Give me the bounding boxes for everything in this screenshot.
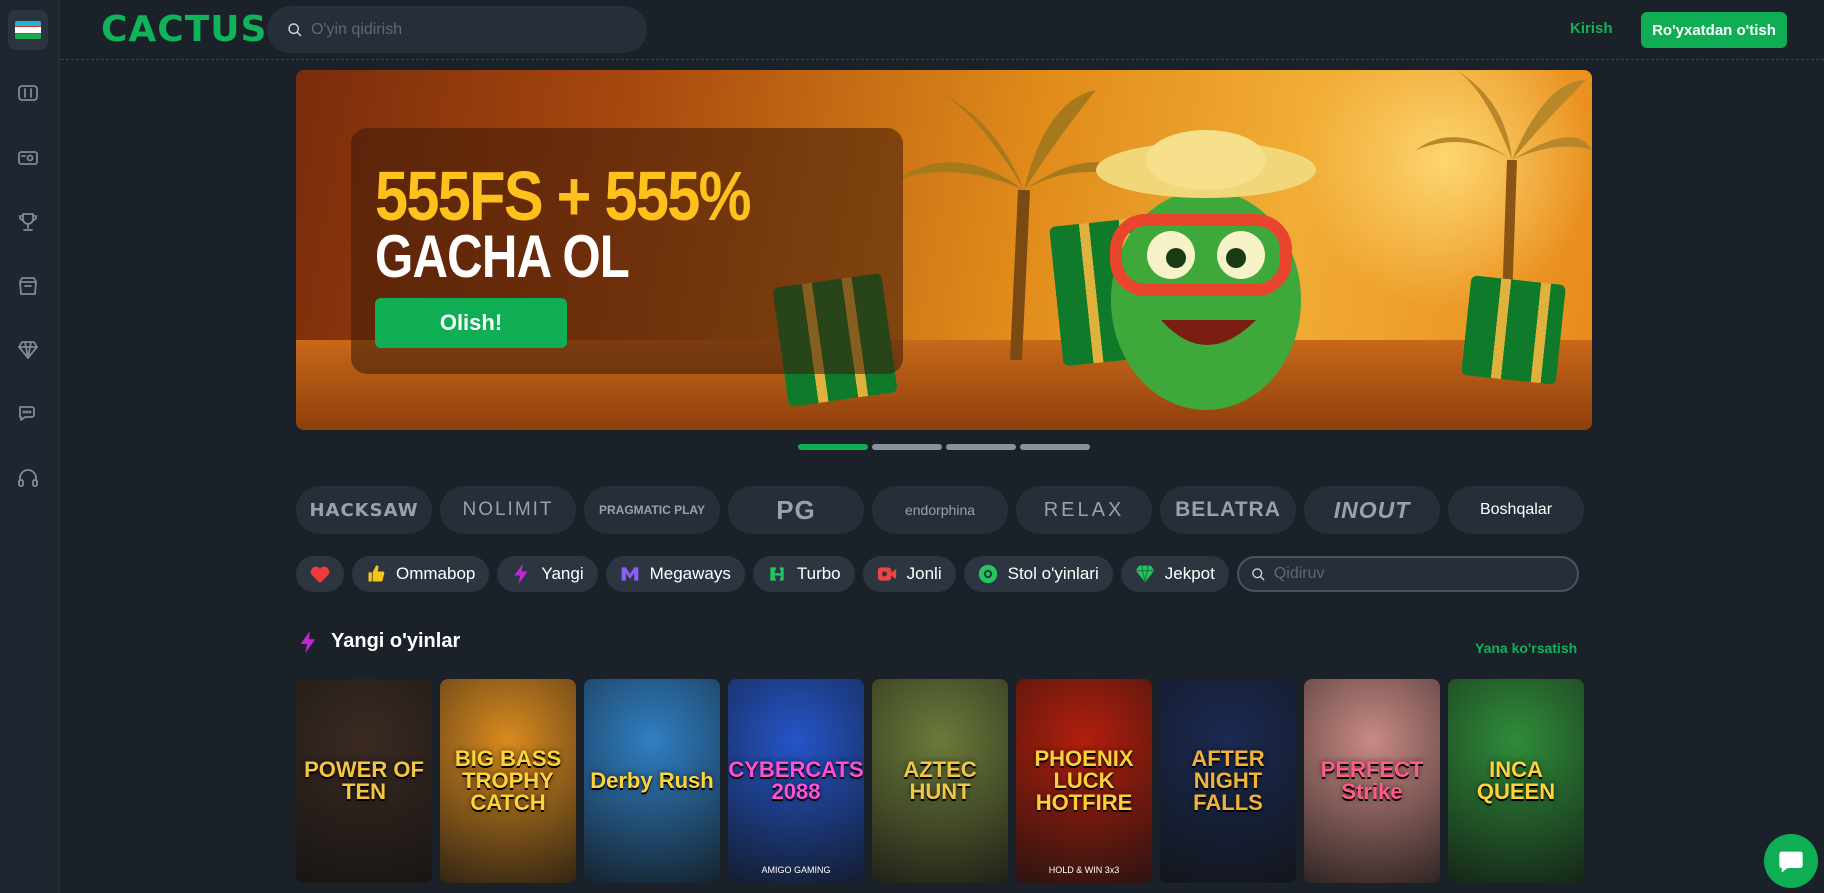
game-tile[interactable]: POWER OF TEN (296, 679, 432, 883)
filter-search[interactable] (1236, 556, 1579, 592)
slots-icon[interactable] (15, 80, 41, 106)
provider-pragmatic-play[interactable]: PRAGMATIC PLAY (584, 486, 720, 534)
provider-endorphina[interactable]: endorphina (872, 486, 1008, 534)
game-tile[interactable]: AZTEC HUNT (872, 679, 1008, 883)
game-provider-label: AMIGO GAMING (761, 865, 831, 875)
provider-inout[interactable]: INOUT (1304, 486, 1440, 534)
provider-logo-text: HACKSAW (309, 499, 419, 521)
game-search-input[interactable] (311, 20, 611, 39)
filter-label: Turbo (796, 564, 841, 583)
game-title: CYBERCATS 2088 (728, 757, 864, 804)
new-games-header: Yangi o'yinlar (299, 630, 460, 653)
filter-label: Ommabop (396, 564, 476, 583)
filter-turbo[interactable]: Turbo (752, 556, 855, 592)
provider-hacksaw[interactable]: HACKSAW (296, 486, 432, 534)
provider-logo-text: RELAX (1043, 498, 1125, 521)
provider-logo-text: PRAGMATIC PLAY (598, 503, 705, 517)
filter-label: Stol o'yinlari (1007, 564, 1099, 583)
chat-bubble-icon (1779, 851, 1803, 873)
filter-new[interactable]: Yangi (497, 556, 598, 592)
providers-more-button[interactable]: Boshqalar (1448, 486, 1584, 534)
claim-bonus-button[interactable]: Olish! (375, 298, 567, 348)
trophy-icon[interactable] (15, 209, 41, 235)
slide-indicator-4[interactable] (1020, 444, 1090, 450)
filter-popular[interactable]: Ommabop (352, 556, 490, 592)
category-filters: Ommabop Yangi Megaways Turbo Jonli Stol … (296, 556, 1579, 592)
filter-search-input[interactable] (1273, 565, 1554, 583)
game-title: Derby Rush (590, 768, 714, 793)
game-tile[interactable]: AFTER NIGHT FALLS (1160, 679, 1296, 883)
game-title: PHOENIX LUCK HOTFIRE (1034, 746, 1134, 815)
slide-indicator-1[interactable] (798, 444, 868, 450)
provider-relax[interactable]: RELAX (1016, 486, 1152, 534)
slide-indicator-3[interactable] (946, 444, 1016, 450)
filter-label: Yangi (541, 564, 584, 583)
diamond-icon[interactable] (15, 337, 41, 363)
filter-label: Megaways (649, 564, 731, 583)
sidebar (0, 0, 60, 893)
game-tile[interactable]: BIG BASS TROPHY CATCH (440, 679, 576, 883)
top-bar: CACTUS Kirish Ro'yxatdan o'tish (61, 0, 1824, 60)
slide-indicator-2[interactable] (872, 444, 942, 450)
chat-icon[interactable] (15, 401, 41, 427)
lightning-icon (511, 564, 531, 584)
filter-megaways[interactable]: Megaways (605, 556, 745, 592)
provider-logo-text: BELATRA (1175, 498, 1281, 521)
provider-list: HACKSAW NOLIMIT PRAGMATIC PLAY PG endorp… (296, 486, 1584, 534)
support-headset-icon[interactable] (15, 465, 41, 491)
provider-belatra[interactable]: BELATRA (1160, 486, 1296, 534)
language-flag-button[interactable] (8, 10, 48, 50)
table-games-icon (978, 564, 998, 584)
section-title: Yangi o'yinlar (331, 630, 461, 652)
game-title: AZTEC HUNT (903, 757, 977, 804)
sports-ticket-icon[interactable] (15, 145, 41, 171)
game-search[interactable] (267, 6, 647, 53)
games-row: POWER OF TEN BIG BASS TROPHY CATCH Derby R… (296, 679, 1584, 883)
game-title: INCA QUEEN (1476, 757, 1556, 804)
provider-logo-text: INOUT (1333, 496, 1411, 523)
filter-table-games[interactable]: Stol o'yinlari (963, 556, 1113, 592)
filter-live[interactable]: Jonli (862, 556, 956, 592)
favorites-filter[interactable] (296, 556, 344, 592)
game-tile[interactable]: PHOENIX LUCK HOTFIRE HOLD & WIN 3x3 (1016, 679, 1152, 883)
diamond-icon (1135, 564, 1155, 584)
game-title: PERFECT Strike (1320, 757, 1424, 804)
search-icon (288, 22, 302, 37)
game-title: POWER OF TEN (304, 757, 424, 804)
show-more-link[interactable]: Yana ko'rsatish (1475, 640, 1577, 656)
game-title: AFTER NIGHT FALLS (1191, 746, 1265, 815)
game-title: BIG BASS TROPHY CATCH (454, 746, 562, 815)
filter-jackpot[interactable]: Jekpot (1120, 556, 1229, 592)
provider-logo-text: NOLIMIT (462, 499, 554, 520)
game-tile[interactable]: PERFECT Strike (1304, 679, 1440, 883)
register-button[interactable]: Ro'yxatdan o'tish (1641, 12, 1787, 48)
cactus-mascot-illustration (1096, 130, 1316, 410)
filter-label: Jonli (906, 564, 942, 583)
provider-logo-text: endorphina (904, 502, 976, 518)
provider-logo-text: PG (776, 494, 816, 525)
game-provider-label: HOLD & WIN 3x3 (1048, 865, 1120, 875)
thumbs-up-icon (366, 564, 386, 584)
promo-banner[interactable]: 555FS + 555% GACHA OL Olish! (296, 70, 1592, 430)
filter-label: Jekpot (1164, 564, 1215, 583)
store-icon[interactable] (15, 273, 41, 299)
megaways-icon (620, 564, 640, 584)
cactus-logo[interactable]: CACTUS (101, 12, 267, 48)
gift-box-illustration (1461, 275, 1566, 385)
provider-nolimit[interactable]: NOLIMIT (440, 486, 576, 534)
login-button[interactable]: Kirish (1570, 20, 1613, 37)
game-tile[interactable]: Derby Rush (584, 679, 720, 883)
search-icon (1252, 567, 1265, 581)
heart-icon (310, 566, 330, 584)
provider-pg[interactable]: PG (728, 486, 864, 534)
game-tile[interactable]: CYBERCATS 2088 AMIGO GAMING (728, 679, 864, 883)
live-camera-icon (877, 564, 897, 584)
lightning-icon (300, 630, 316, 653)
banner-pagination (798, 444, 1090, 450)
live-chat-button[interactable] (1764, 834, 1818, 888)
uzbekistan-flag-icon (15, 21, 41, 39)
promo-subheadline: GACHA OL (375, 223, 630, 290)
turbo-icon (767, 564, 787, 584)
game-tile[interactable]: INCA QUEEN (1448, 679, 1584, 883)
